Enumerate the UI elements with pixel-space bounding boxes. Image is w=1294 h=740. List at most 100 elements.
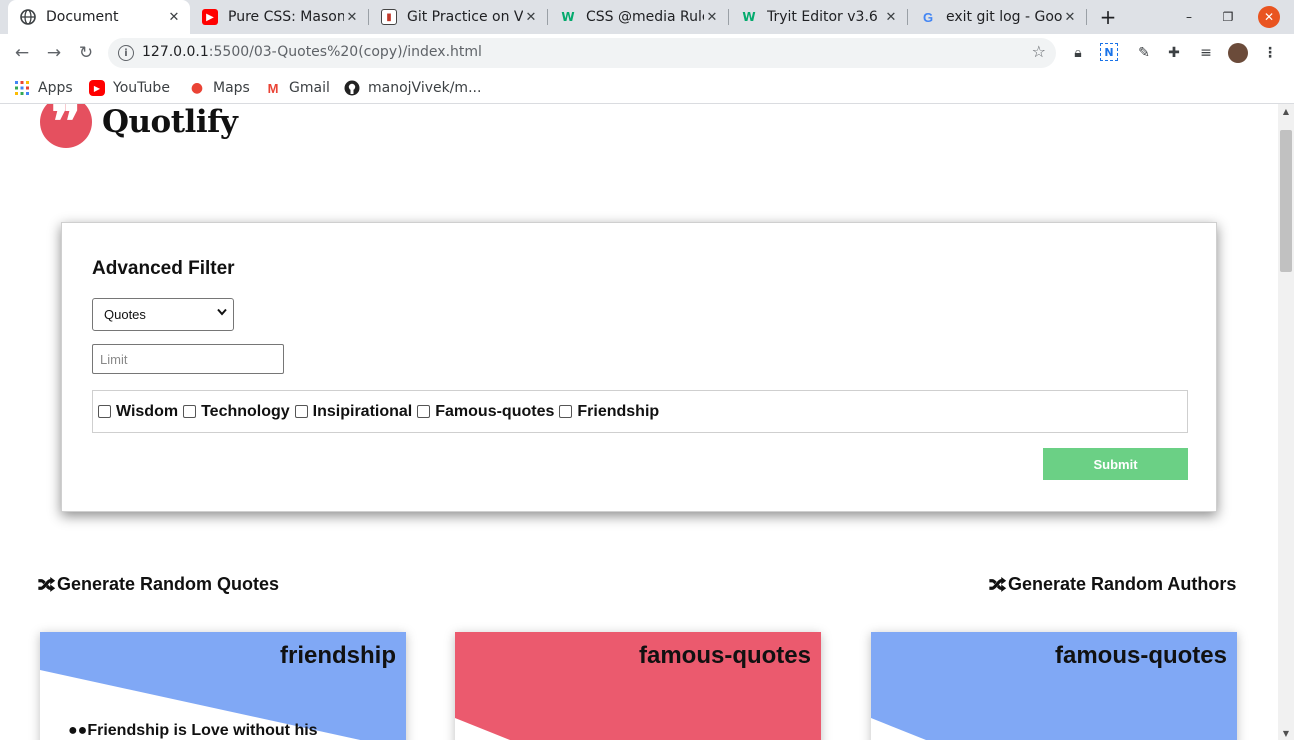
bookmark-label: YouTube: [113, 80, 170, 96]
browser-toolbar: ← → ↻ i 127.0.0.1:5500/03-Quotes%20(copy…: [0, 34, 1294, 72]
site-name: Quotlify: [102, 104, 238, 140]
card-category: friendship: [279, 642, 396, 669]
select-value: Quotes: [104, 307, 146, 322]
tag-insipirational[interactable]: Insipirational: [294, 402, 413, 421]
checkbox[interactable]: [98, 405, 111, 418]
tab-exit-git-log[interactable]: G exit git log - Google ✕: [908, 0, 1086, 34]
bookmark-maps[interactable]: ● Maps: [189, 77, 250, 99]
youtube-icon: ▶: [89, 80, 105, 96]
trello-icon: ▮: [381, 9, 397, 25]
reload-icon[interactable]: ↻: [74, 41, 98, 65]
tab-title: Tryit Editor v3.6: [767, 9, 878, 25]
card-quote-text: ●●Friendship is Love without his: [68, 722, 318, 740]
advanced-filter-card: Advanced Filter Quotes Limit Wisdom Tech…: [61, 222, 1217, 512]
media-queue-icon[interactable]: ≡: [1196, 43, 1216, 63]
url-path: :5500/03-Quotes%20(copy)/index.html: [208, 44, 482, 60]
bookmark-youtube[interactable]: ▶ YouTube: [89, 77, 170, 99]
generate-random-quotes-button[interactable]: 🔀︎ Generate Random Quotes: [38, 571, 279, 597]
checkbox[interactable]: [417, 405, 431, 418]
close-tab-icon[interactable]: ✕: [883, 9, 899, 25]
close-tab-icon[interactable]: ✕: [166, 9, 182, 25]
close-tab-icon[interactable]: ✕: [523, 9, 539, 25]
shuffle-icon: 🔀︎: [38, 576, 55, 595]
filter-title: Advanced Filter: [92, 258, 235, 279]
generate-random-authors-button[interactable]: 🔀︎ Generate Random Authors: [989, 571, 1236, 597]
tag-label: Friendship: [577, 402, 660, 420]
bookmark-apps[interactable]: Apps: [14, 77, 73, 99]
tab-title: Git Practice on VS Code: [407, 9, 523, 25]
tab-tryit-editor[interactable]: W Tryit Editor v3.6 ✕: [729, 0, 907, 34]
card-category: famous-quotes: [638, 642, 811, 669]
extensions-puzzle-icon[interactable]: ✚: [1164, 43, 1184, 63]
gmail-icon: M: [267, 80, 279, 96]
site-info-icon[interactable]: i: [118, 45, 134, 61]
scrollbar-thumb[interactable]: [1280, 130, 1292, 272]
maps-pin-icon: ●: [190, 80, 204, 96]
globe-icon: [20, 9, 36, 25]
github-icon: [344, 80, 360, 96]
eyedropper-extension-icon[interactable]: ✎: [1134, 43, 1154, 63]
quote-mark-icon: ❞: [40, 104, 92, 148]
w3schools-icon: W: [742, 10, 756, 24]
quote-text: Friendship is Love without his: [87, 722, 318, 739]
tag-label: Famous-quotes: [435, 402, 555, 420]
tag-technology[interactable]: Technology: [183, 403, 290, 421]
type-select[interactable]: Quotes: [92, 298, 234, 331]
vertical-scrollbar[interactable]: ▲ ▼: [1278, 104, 1294, 740]
checkbox[interactable]: [183, 405, 197, 418]
back-arrow-icon[interactable]: ←: [10, 41, 34, 65]
generate-quotes-label: Generate Random Quotes: [57, 573, 280, 594]
minimize-icon[interactable]: –: [1178, 6, 1200, 28]
tag-famous-quotes[interactable]: Famous-quotes: [417, 403, 554, 421]
url-text: 127.0.0.1:5500/03-Quotes%20(copy)/index.…: [142, 44, 482, 60]
limit-placeholder: Limit: [100, 351, 128, 367]
scroll-down-arrow-icon[interactable]: ▼: [1278, 726, 1294, 740]
tab-document[interactable]: Document ✕: [8, 0, 190, 34]
bookmark-star-icon[interactable]: ☆: [1032, 42, 1046, 61]
tag-friendship[interactable]: Friendship: [559, 403, 659, 421]
profile-avatar[interactable]: [1228, 43, 1248, 63]
bookmark-label: Gmail: [289, 80, 330, 96]
address-bar[interactable]: i 127.0.0.1:5500/03-Quotes%20(copy)/inde…: [108, 38, 1056, 68]
new-tab-icon[interactable]: +: [1096, 5, 1120, 29]
quote-bullet-icon: ●●: [68, 722, 88, 739]
shuffle-icon: 🔀︎: [989, 576, 1006, 595]
tag-label: Wisdom: [116, 402, 179, 420]
window-close-icon[interactable]: ✕: [1258, 6, 1280, 28]
site-logo[interactable]: ❞ Quotlify: [40, 104, 238, 148]
tag-checkbox-group: Wisdom Technology Insipirational Famous-…: [92, 390, 1188, 433]
close-tab-icon[interactable]: ✕: [704, 9, 720, 25]
checkbox[interactable]: [294, 405, 308, 418]
generate-authors-label: Generate Random Authors: [1008, 573, 1237, 594]
forward-arrow-icon[interactable]: →: [42, 41, 66, 65]
chevron-down-icon: [217, 308, 227, 319]
apps-grid-icon: [14, 80, 30, 96]
youtube-icon: ▶: [202, 9, 218, 25]
checkbox[interactable]: [559, 405, 573, 418]
tab-strip: Document ✕ ▶ Pure CSS: Masonry ✕ ▮ Git P…: [0, 0, 1294, 34]
w3schools-icon: W: [561, 10, 575, 24]
quote-card[interactable]: famous-quotes: [871, 632, 1237, 740]
bookmark-github[interactable]: manojVivek/m...: [344, 77, 481, 99]
card-category: famous-quotes: [1054, 642, 1227, 669]
tag-label: Insipirational: [312, 402, 413, 420]
bookmarks-bar: Apps ▶ YouTube ● Maps M Gmail manojVivek…: [0, 72, 1294, 104]
menu-dots-icon[interactable]: ⋮: [1260, 43, 1280, 63]
scroll-up-arrow-icon[interactable]: ▲: [1278, 104, 1294, 118]
tab-css-media[interactable]: W CSS @media Rule ✕: [548, 0, 728, 34]
quote-card[interactable]: famous-quotes: [455, 632, 821, 740]
tag-wisdom[interactable]: Wisdom: [98, 403, 178, 421]
tab-separator: [1086, 9, 1087, 25]
close-tab-icon[interactable]: ✕: [1062, 9, 1078, 25]
limit-input[interactable]: Limit: [92, 344, 284, 374]
tab-git-practice[interactable]: ▮ Git Practice on VS Code ✕: [369, 0, 547, 34]
tab-pure-css[interactable]: ▶ Pure CSS: Masonry ✕: [190, 0, 368, 34]
bookmark-label: Apps: [38, 80, 73, 96]
lock-extension-icon[interactable]: 🔒︎: [1068, 43, 1088, 63]
bookmark-gmail[interactable]: M Gmail: [265, 77, 330, 99]
close-tab-icon[interactable]: ✕: [344, 9, 360, 25]
restore-icon[interactable]: ❐: [1217, 6, 1239, 28]
quote-card[interactable]: friendship ●●Friendship is Love without …: [40, 632, 406, 740]
submit-button[interactable]: Submit: [1043, 448, 1188, 480]
notion-extension-icon[interactable]: N: [1100, 43, 1118, 61]
